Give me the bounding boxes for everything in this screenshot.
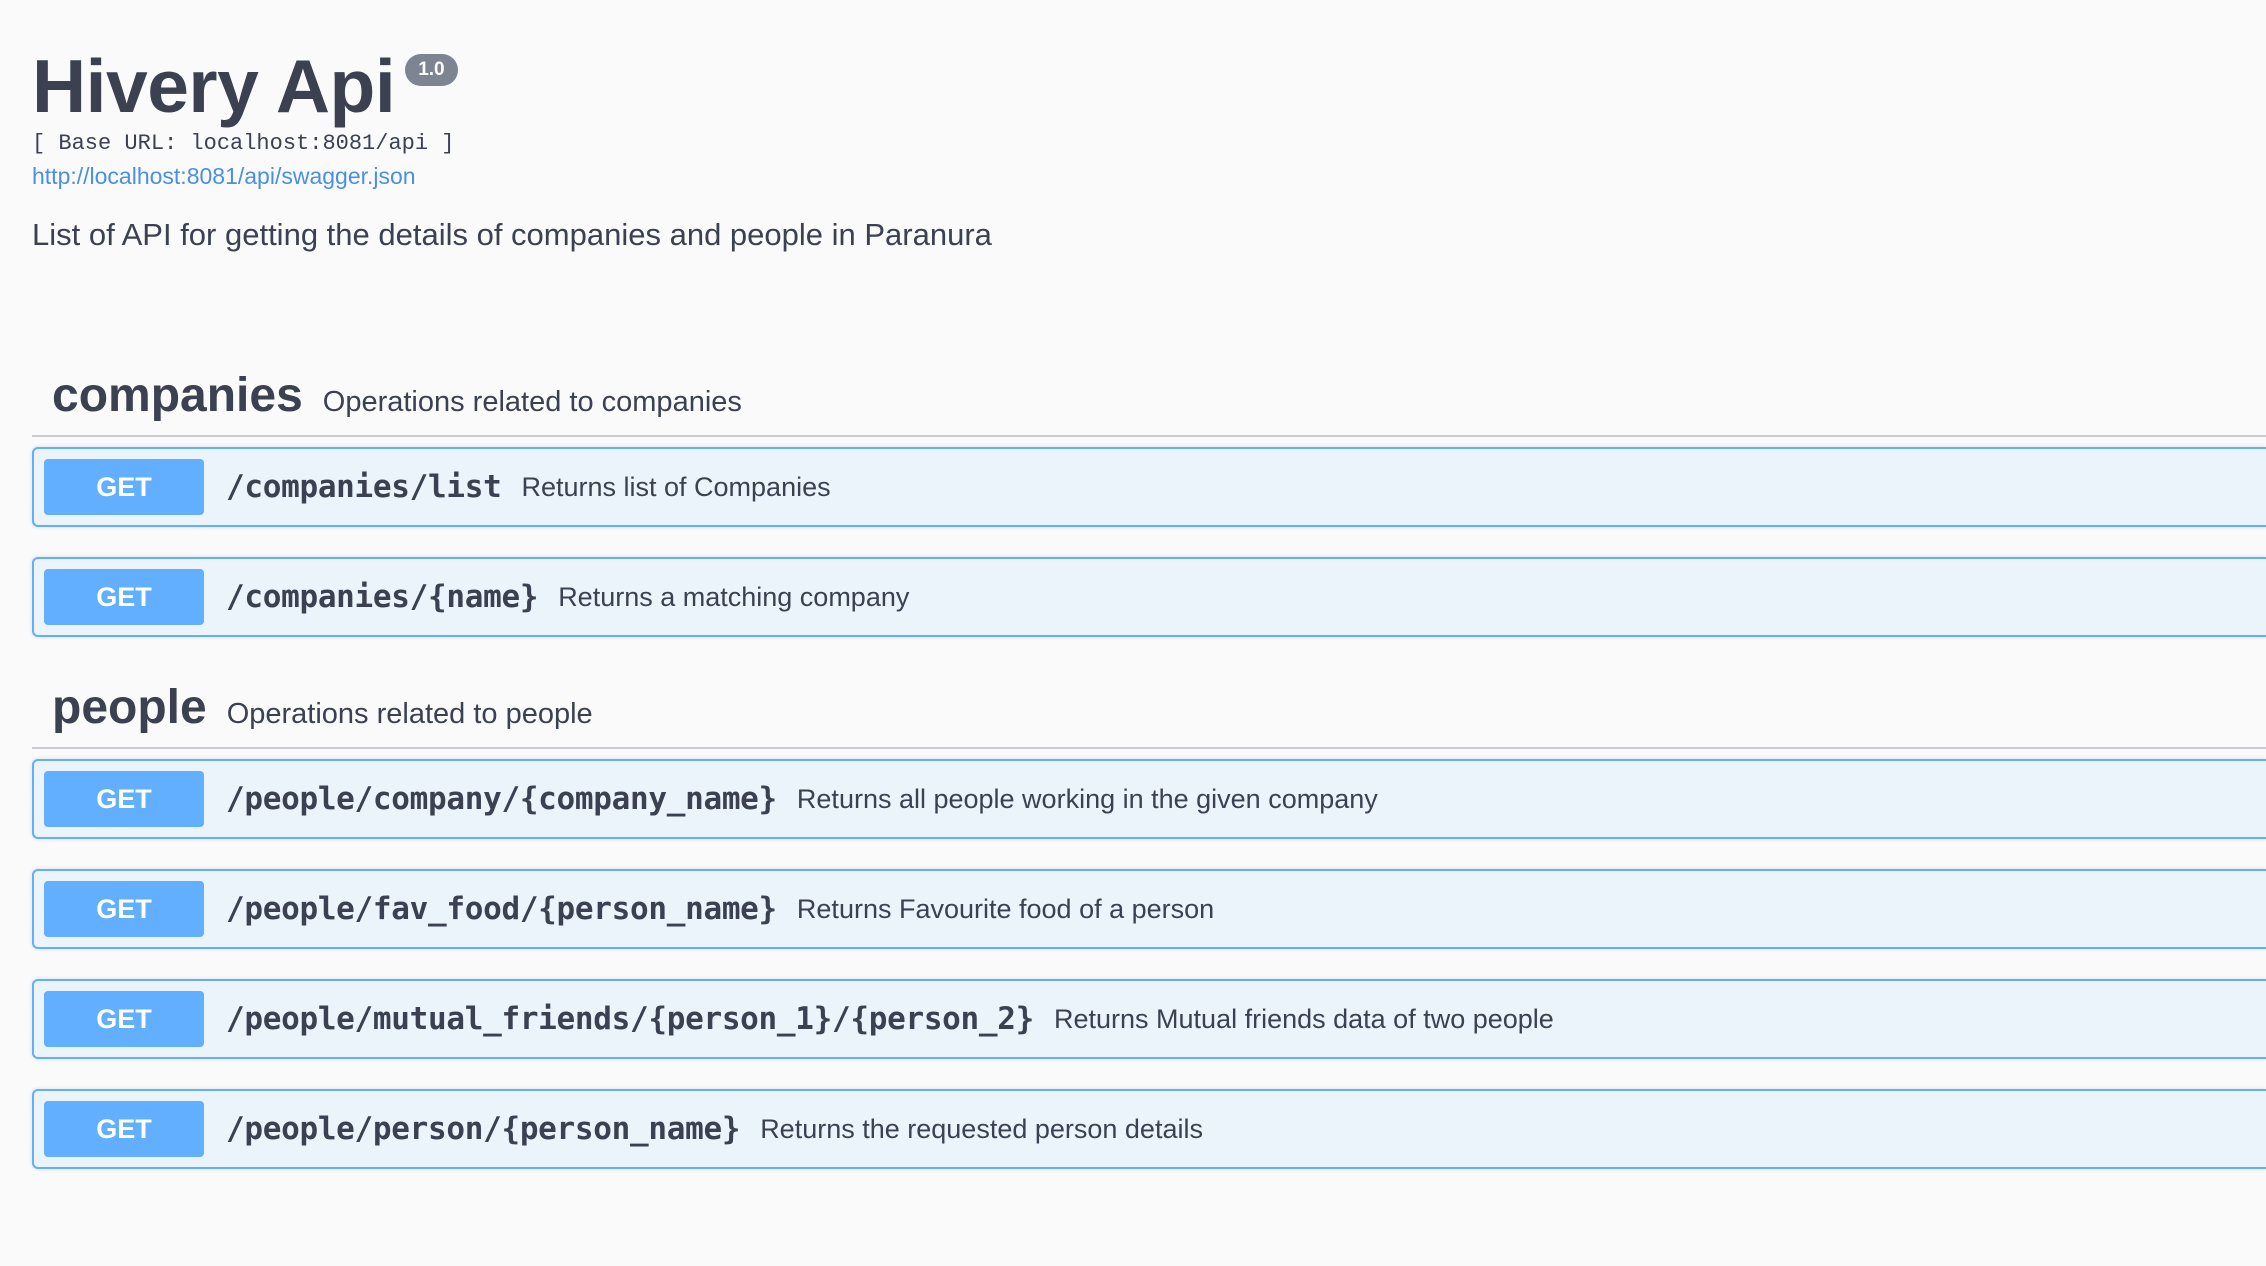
operation-get-people-company[interactable]: GET /people/company/{company_name} Retur… bbox=[32, 759, 2266, 839]
operation-path: /people/fav_food/{person_name} bbox=[226, 891, 777, 927]
tag-section-people: people Operations related to people GET … bbox=[32, 667, 2266, 1169]
swagger-json-link[interactable]: http://localhost:8081/api/swagger.json bbox=[32, 161, 416, 191]
operation-path: /people/company/{company_name} bbox=[226, 781, 777, 817]
tag-section-companies: companies Operations related to companie… bbox=[32, 355, 2266, 637]
base-url: [ Base URL: localhost:8081/api ] bbox=[32, 131, 455, 156]
title-row: Hivery Api 1.0 bbox=[32, 44, 2266, 129]
api-title: Hivery Api bbox=[32, 44, 396, 128]
method-badge-get: GET bbox=[44, 1101, 204, 1157]
method-badge-get: GET bbox=[44, 991, 204, 1047]
tag-header-people[interactable]: people Operations related to people bbox=[32, 667, 2266, 749]
operation-get-people-mutual-friends[interactable]: GET /people/mutual_friends/{person_1}/{p… bbox=[32, 979, 2266, 1059]
operation-summary: Returns Mutual friends data of two peopl… bbox=[1054, 1003, 1554, 1034]
operation-path: /companies/{name} bbox=[226, 579, 539, 615]
operation-get-people-fav-food[interactable]: GET /people/fav_food/{person_name} Retur… bbox=[32, 869, 2266, 949]
api-description: List of API for getting the details of c… bbox=[32, 217, 992, 252]
version-badge: 1.0 bbox=[405, 54, 458, 86]
tag-header-companies[interactable]: companies Operations related to companie… bbox=[32, 355, 2266, 437]
tag-name: companies bbox=[52, 369, 303, 422]
operation-get-companies-name[interactable]: GET /companies/{name} Returns a matching… bbox=[32, 557, 2266, 637]
method-badge-get: GET bbox=[44, 771, 204, 827]
swagger-page: Hivery Api 1.0 [ Base URL: localhost:808… bbox=[0, 0, 2266, 1266]
operation-summary: Returns list of Companies bbox=[521, 471, 831, 502]
api-info: Hivery Api 1.0 [ Base URL: localhost:808… bbox=[32, 0, 2266, 255]
operation-path: /companies/list bbox=[226, 469, 502, 505]
tag-description: Operations related to companies bbox=[322, 386, 742, 418]
operation-get-people-person[interactable]: GET /people/person/{person_name} Returns… bbox=[32, 1089, 2266, 1169]
operation-summary: Returns Favourite food of a person bbox=[796, 893, 1215, 924]
method-badge-get: GET bbox=[44, 569, 204, 625]
tag-name: people bbox=[52, 681, 207, 734]
operation-path: /people/person/{person_name} bbox=[226, 1111, 741, 1147]
operation-summary: Returns all people working in the given … bbox=[796, 783, 1378, 814]
operation-summary: Returns a matching company bbox=[558, 581, 910, 612]
operation-summary: Returns the requested person details bbox=[760, 1113, 1203, 1144]
operation-get-companies-list[interactable]: GET /companies/list Returns list of Comp… bbox=[32, 447, 2266, 527]
operation-path: /people/mutual_friends/{person_1}/{perso… bbox=[226, 1001, 1034, 1037]
method-badge-get: GET bbox=[44, 881, 204, 937]
method-badge-get: GET bbox=[44, 459, 204, 515]
tag-description: Operations related to people bbox=[226, 698, 593, 730]
